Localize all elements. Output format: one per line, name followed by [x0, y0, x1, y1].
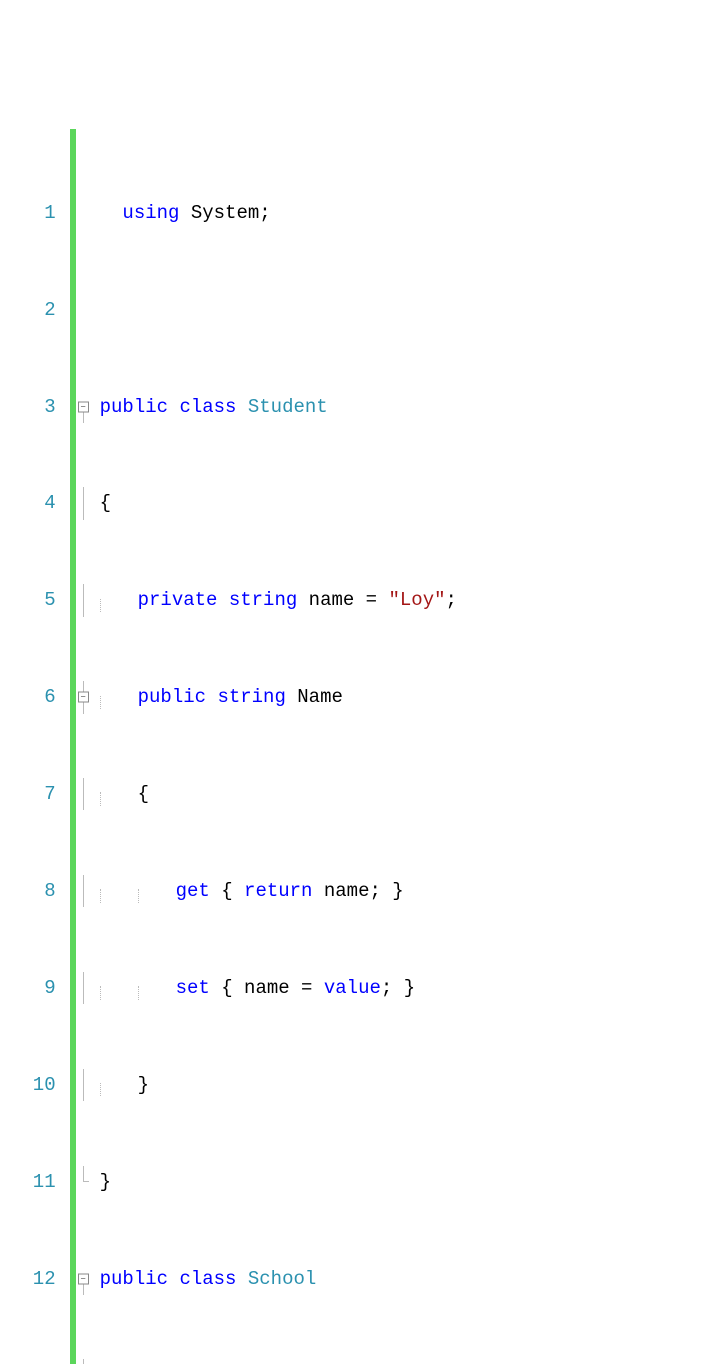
line-number: 12	[10, 1263, 56, 1295]
code-line: {	[98, 778, 564, 810]
line-number: 3	[10, 391, 56, 423]
code-line	[98, 294, 564, 326]
line-number: 5	[10, 584, 56, 616]
code-line: }	[98, 1069, 564, 1101]
line-number: 1	[10, 197, 56, 229]
code-line: using System;	[98, 197, 564, 229]
line-number: 6	[10, 681, 56, 713]
fold-toggle-icon[interactable]: −	[78, 1273, 89, 1284]
line-number: 9	[10, 972, 56, 1004]
line-number: 2	[10, 294, 56, 326]
code-line: public class Student	[98, 391, 564, 423]
line-number: 8	[10, 875, 56, 907]
line-number: 11	[10, 1166, 56, 1198]
code-area[interactable]: using System; public class Student { pri…	[94, 129, 564, 1364]
code-line: get { return name; }	[98, 875, 564, 907]
line-number-gutter: 1 2 3 4 5 6 7 8 9 10 11 12 13 14 15 16 1…	[0, 129, 70, 1364]
code-line: {	[98, 487, 564, 519]
code-editor: 1 2 3 4 5 6 7 8 9 10 11 12 13 14 15 16 1…	[0, 129, 714, 1364]
code-line: }	[98, 1166, 564, 1198]
code-line: public class School	[98, 1263, 564, 1295]
code-line: public string Name	[98, 681, 564, 713]
fold-toggle-icon[interactable]: −	[78, 692, 89, 703]
line-number: 4	[10, 487, 56, 519]
code-line: {	[98, 1359, 564, 1364]
fold-toggle-icon[interactable]: −	[78, 401, 89, 412]
line-number: 13	[10, 1359, 56, 1364]
code-line: set { name = value; }	[98, 972, 564, 1004]
line-number: 7	[10, 778, 56, 810]
folding-gutter: − − − −	[76, 129, 94, 1364]
line-number: 10	[10, 1069, 56, 1101]
code-line: private string name = "Loy";	[98, 584, 564, 616]
